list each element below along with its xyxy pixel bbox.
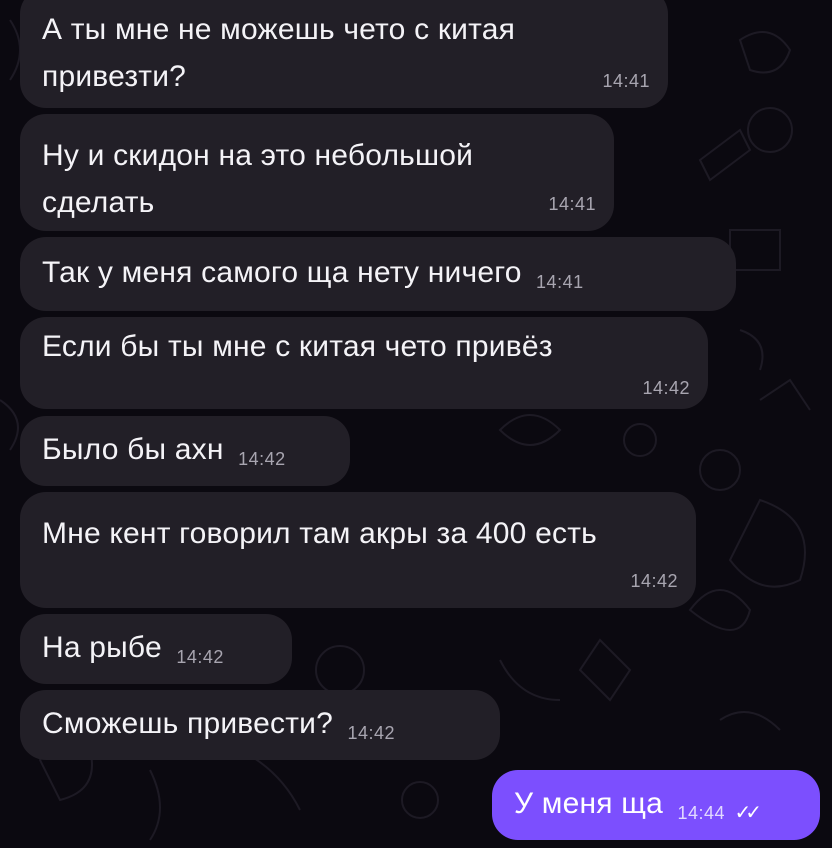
message-time: 14:41 [536, 272, 584, 292]
message-bubble[interactable]: Так у меня самого ща нету ничего 14:41 [20, 237, 736, 311]
message-bubble[interactable]: Ну и скидон на это небольшой сделать 14:… [20, 114, 614, 231]
message-text: Если бы ты мне с китая чето привёз [42, 330, 553, 363]
message-bubble[interactable]: А ты мне не можешь чето с китая привезти… [20, 0, 668, 108]
message-text: Было бы ахн [42, 433, 224, 466]
message-bubble[interactable]: Сможешь привести? 14:42 [20, 690, 500, 760]
double-check-icon: ✓✓ [734, 802, 762, 824]
message-text: Ну и скидон на это небольшой сделать [42, 139, 474, 219]
message-text: А ты мне не можешь чето с китая привезти… [42, 13, 516, 93]
message-text: Сможешь привести? [42, 707, 333, 740]
message-time: 14:42 [176, 647, 224, 667]
message-time-value: 14:44 [677, 803, 726, 823]
message-time: 14:41 [602, 71, 650, 91]
message-bubble[interactable]: На рыбе 14:42 [20, 614, 292, 684]
message-time: 14:42 [630, 571, 678, 591]
message-bubble[interactable]: Если бы ты мне с китая чето привёз 14:42 [20, 317, 708, 409]
message-bubble[interactable]: Было бы ахн 14:42 [20, 416, 350, 486]
message-text: Так у меня самого ща нету ничего [42, 256, 522, 289]
message-time: 14:42 [238, 449, 286, 469]
message-time: 14:42 [642, 378, 690, 398]
message-time: 14:44 ✓✓ [677, 800, 762, 825]
message-text: На рыбе [42, 631, 162, 664]
message-text: Мне кент говорил там акры за 400 есть [42, 517, 597, 550]
message-text: У меня ща [514, 787, 664, 820]
outgoing-message-bubble[interactable]: У меня ща 14:44 ✓✓ [492, 770, 820, 840]
message-time: 14:42 [347, 723, 395, 743]
message-bubble[interactable]: Мне кент говорил там акры за 400 есть 14… [20, 492, 696, 608]
message-time: 14:41 [548, 194, 596, 214]
